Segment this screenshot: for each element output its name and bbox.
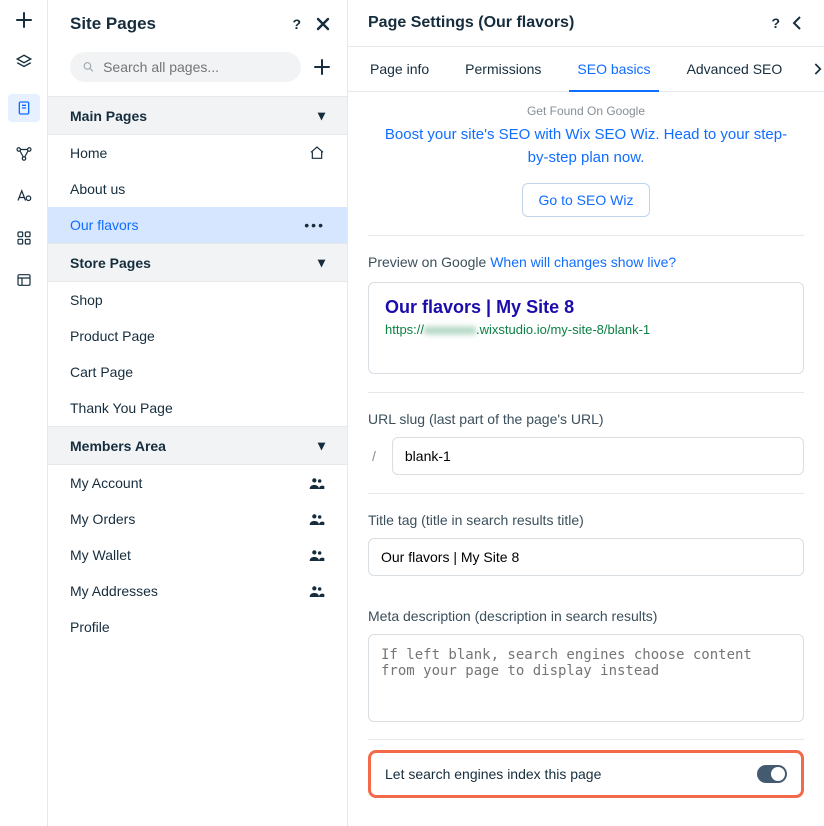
cms-icon[interactable] <box>14 270 34 290</box>
add-icon[interactable] <box>14 10 34 30</box>
slug-label: URL slug (last part of the page's URL) <box>368 411 804 427</box>
tab-seo-basics[interactable]: SEO basics <box>559 47 668 91</box>
home-icon <box>309 145 325 161</box>
tabs-scroll-right[interactable] <box>800 52 824 86</box>
title-tag-label: Title tag (title in search results title… <box>368 512 804 528</box>
chevron-down-icon: ▾ <box>318 254 325 271</box>
page-item-our-flavors[interactable]: Our flavors ••• <box>48 207 347 243</box>
title-tag-input[interactable] <box>368 538 804 576</box>
tab-permissions[interactable]: Permissions <box>447 47 559 91</box>
apps-icon[interactable] <box>14 228 34 248</box>
page-item-profile[interactable]: Profile <box>48 609 347 645</box>
page-settings-panel: Page Settings (Our flavors) ? Page info … <box>348 0 824 826</box>
section-store-pages[interactable]: Store Pages ▾ <box>48 243 347 282</box>
page-item-my-orders[interactable]: My Orders <box>48 501 347 537</box>
page-item-shop[interactable]: Shop <box>48 282 347 318</box>
preview-label: Preview on Google <box>368 254 486 270</box>
section-members-area[interactable]: Members Area ▾ <box>48 426 347 465</box>
changes-live-link[interactable]: When will changes show live? <box>490 254 676 270</box>
members-icon <box>309 512 325 526</box>
page-item-about[interactable]: About us <box>48 171 347 207</box>
index-toggle[interactable] <box>757 765 787 783</box>
page-item-thankyou[interactable]: Thank You Page <box>48 390 347 426</box>
chevron-down-icon: ▾ <box>318 437 325 454</box>
index-toggle-row: Let search engines index this page <box>368 750 804 798</box>
tool-rail <box>0 0 48 826</box>
meta-label: Meta description (description in search … <box>368 608 804 624</box>
members-icon <box>309 584 325 598</box>
settings-tabs: Page info Permissions SEO basics Advance… <box>348 46 824 92</box>
page-item-my-wallet[interactable]: My Wallet <box>48 537 347 573</box>
more-icon[interactable]: ••• <box>304 217 325 233</box>
promo-kicker: Get Found On Google <box>368 104 804 118</box>
help-icon[interactable]: ? <box>771 15 780 31</box>
serp-preview: Our flavors | My Site 8 https://xxxxxxxx… <box>368 282 804 374</box>
chevron-down-icon: ▾ <box>318 107 325 124</box>
page-item-cart[interactable]: Cart Page <box>48 354 347 390</box>
site-pages-panel: Site Pages ? Main Pages ▾ Home <box>48 0 348 826</box>
promo-text: Boost your site's SEO with Wix SEO Wiz. … <box>378 124 794 169</box>
page-item-home[interactable]: Home <box>48 135 347 171</box>
settings-title: Page Settings (Our flavors) <box>368 14 574 32</box>
tab-page-info[interactable]: Page info <box>352 47 447 91</box>
serp-url: https://xxxxxxxx.wixstudio.io/my-site-8/… <box>385 322 787 337</box>
pages-search[interactable] <box>70 52 301 82</box>
layers-icon[interactable] <box>14 52 34 72</box>
meta-description-input[interactable] <box>368 634 804 722</box>
connections-icon[interactable] <box>14 144 34 164</box>
close-icon[interactable] <box>315 16 331 32</box>
slug-slash: / <box>368 448 380 464</box>
members-icon <box>309 476 325 490</box>
page-item-product[interactable]: Product Page <box>48 318 347 354</box>
members-icon <box>309 548 325 562</box>
index-toggle-label: Let search engines index this page <box>385 766 601 782</box>
serp-title: Our flavors | My Site 8 <box>385 297 787 318</box>
slug-input[interactable] <box>392 437 804 475</box>
back-icon[interactable] <box>792 16 804 30</box>
help-icon[interactable]: ? <box>292 16 301 32</box>
typography-icon[interactable] <box>14 186 34 206</box>
search-input[interactable] <box>95 58 289 76</box>
add-page-button[interactable] <box>313 58 331 76</box>
go-to-seo-wiz-button[interactable]: Go to SEO Wiz <box>522 183 651 217</box>
section-main-pages[interactable]: Main Pages ▾ <box>48 96 347 135</box>
page-item-my-addresses[interactable]: My Addresses <box>48 573 347 609</box>
pages-icon[interactable] <box>8 94 40 122</box>
tab-advanced-seo[interactable]: Advanced SEO <box>669 47 801 91</box>
page-item-my-account[interactable]: My Account <box>48 465 347 501</box>
site-pages-title: Site Pages <box>70 14 156 34</box>
